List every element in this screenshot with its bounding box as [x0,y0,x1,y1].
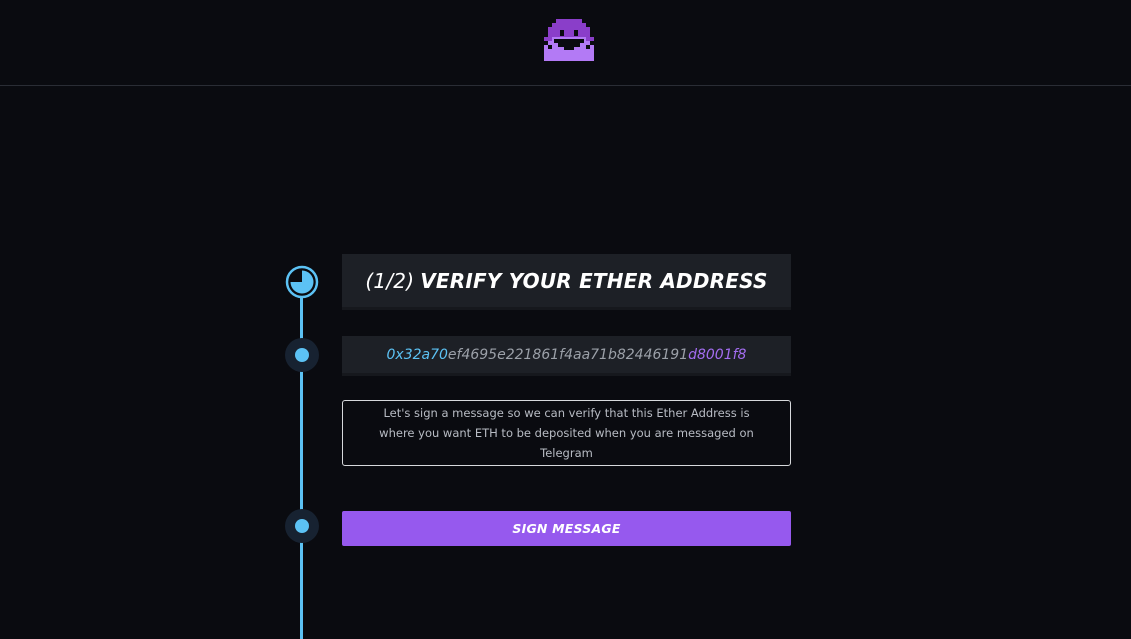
step-dot-icon [285,509,319,543]
address-middle: ef4695e221861f4aa71b82446191 [447,346,689,363]
page-title: (1/2) VERIFY YOUR ETHER ADDRESS [342,254,791,310]
step-dot-inner [295,519,309,533]
title-text: VERIFY YOUR ETHER ADDRESS [420,268,768,293]
step-dot-inner [295,348,309,362]
pixel-envelope-face-icon[interactable] [544,19,594,61]
address-prefix: 0x32a70 [386,346,448,363]
step-dot-icon [285,338,319,372]
ether-address: 0x32a70 ef4695e221861f4aa71b82446191 d8001… [342,336,791,376]
verify-page: (1/2) VERIFY YOUR ETHER ADDRESS 0x32a70 e… [0,0,1131,639]
info-message-text: Let's sign a message so we can verify th… [379,406,754,460]
top-bar [0,0,1131,86]
step-indicator: (1/2) [365,268,415,293]
progress-pie-icon [285,265,319,299]
info-message: Let's sign a message so we can verify th… [342,400,791,466]
sign-message-button[interactable]: SIGN MESSAGE [342,511,791,546]
address-suffix: d8001f8 [688,346,747,363]
